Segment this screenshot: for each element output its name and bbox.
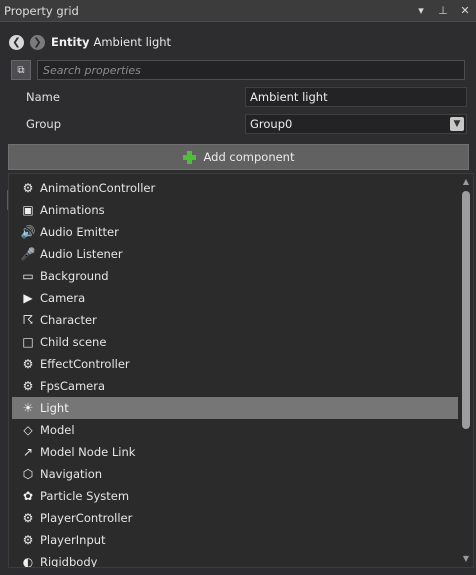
gear-icon: ⚙ (22, 533, 34, 547)
entity-header: ❮ ❯ Entity Ambient light (0, 28, 476, 56)
component-label: Animations (40, 203, 105, 217)
component-list: ⚙ AnimationController ▣ Animations 🔊 Aud… (12, 177, 458, 568)
component-item-character[interactable]: ☈ Character (12, 309, 458, 331)
add-component-label: Add component (203, 150, 295, 164)
gear-icon: ⚙ (22, 379, 34, 393)
component-item-animations[interactable]: ▣ Animations (12, 199, 458, 221)
scroll-down-icon[interactable]: ▼ (460, 554, 472, 564)
link-icon: ↗ (22, 445, 34, 459)
component-label: PlayerInput (40, 533, 106, 547)
speaker-icon: 🔊 (20, 225, 36, 239)
component-label: Audio Emitter (40, 225, 119, 239)
list-scrollbar[interactable]: ▲ ▼ (460, 177, 472, 564)
component-label: Character (40, 313, 97, 327)
navigation-icon: ⬡ (22, 467, 34, 481)
entity-type-label: Entity (51, 35, 90, 49)
pin-icon[interactable]: ⊥ (432, 4, 454, 17)
component-item-light[interactable]: ☀ Light (12, 397, 458, 419)
rigidbody-icon: ◐ (22, 555, 34, 568)
component-label: Audio Listener (40, 247, 123, 261)
component-label: PlayerController (40, 511, 133, 525)
component-label: Navigation (40, 467, 103, 481)
scrollbar-thumb[interactable] (462, 191, 470, 429)
dropdown-menu-icon[interactable]: ▾ (410, 4, 432, 17)
component-label: EffectController (40, 357, 130, 371)
component-item-model[interactable]: ◇ Model (12, 419, 458, 441)
component-item-effectcontroller[interactable]: ⚙ EffectController (12, 353, 458, 375)
component-label: Camera (40, 291, 86, 305)
flame-icon: ✿ (22, 489, 34, 503)
component-item-camera[interactable]: ▶ Camera (12, 287, 458, 309)
chevron-down-icon[interactable]: ▼ (450, 116, 464, 131)
microphone-icon: 🎤 (20, 247, 36, 261)
component-label: Light (40, 401, 69, 415)
group-select[interactable]: Group0 ▼ (245, 113, 467, 134)
component-item-navigation[interactable]: ⬡ Navigation (12, 463, 458, 485)
model-icon: ◇ (23, 423, 33, 437)
component-label: Background (40, 269, 109, 283)
panel-title: Property grid (4, 3, 79, 18)
component-label: Model Node Link (40, 445, 136, 459)
camera-icon: ▶ (23, 291, 33, 305)
gear-icon: ⚙ (22, 357, 34, 371)
panel-title-bar: Property grid ▾ ⊥ ✕ (0, 0, 476, 22)
copy-icon[interactable]: ⧉ (11, 60, 31, 80)
child-scene-icon: □ (22, 335, 34, 349)
component-item-fpscamera[interactable]: ⚙ FpsCamera (12, 375, 458, 397)
component-item-audio-emitter[interactable]: 🔊 Audio Emitter (12, 221, 458, 243)
component-label: Particle System (40, 489, 130, 503)
component-item-audio-listener[interactable]: 🎤 Audio Listener (12, 243, 458, 265)
component-label: Model (40, 423, 75, 437)
component-item-model-node-link[interactable]: ↗ Model Node Link (12, 441, 458, 463)
component-item-background[interactable]: ▭ Background (12, 265, 458, 287)
light-icon: ☀ (22, 401, 34, 415)
component-item-rigidbody[interactable]: ◐ Rigidbody (12, 551, 458, 568)
character-icon: ☈ (22, 313, 34, 327)
component-item-animationcontroller[interactable]: ⚙ AnimationController (12, 177, 458, 199)
component-label: Rigidbody (40, 555, 98, 568)
search-row: ⧉ (0, 58, 476, 82)
close-icon[interactable]: ✕ (454, 4, 476, 17)
property-row-name: Name Ambient light (0, 83, 476, 110)
group-select-value: Group0 (250, 116, 293, 131)
add-component-button[interactable]: Add component (8, 144, 469, 170)
property-name-label: Name (26, 89, 60, 104)
film-icon: ▣ (22, 203, 34, 217)
scroll-up-icon[interactable]: ▲ (460, 177, 472, 187)
name-field[interactable]: Ambient light (245, 86, 467, 107)
arrow-right-icon[interactable]: ❯ (30, 34, 45, 50)
gear-icon: ⚙ (22, 511, 34, 525)
arrow-left-icon[interactable]: ❮ (9, 34, 24, 50)
property-group-label: Group (26, 116, 62, 131)
gear-icon: ⚙ (22, 181, 34, 195)
entity-name-label: Ambient light (93, 35, 172, 49)
component-item-playercontroller[interactable]: ⚙ PlayerController (12, 507, 458, 529)
search-input[interactable] (37, 60, 465, 80)
plus-icon (182, 150, 196, 164)
component-label: Child scene (40, 335, 107, 349)
component-item-child-scene[interactable]: □ Child scene (12, 331, 458, 353)
component-label: FpsCamera (40, 379, 106, 393)
component-item-particle-system[interactable]: ✿ Particle System (12, 485, 458, 507)
component-dropdown-list: ⚙ AnimationController ▣ Animations 🔊 Aud… (8, 173, 474, 568)
component-label: AnimationController (40, 181, 156, 195)
property-grid-panel: Property grid ▾ ⊥ ✕ ❮ ❯ Entity Ambient l… (0, 0, 476, 575)
property-row-group: Group Group0 ▼ (0, 110, 476, 137)
component-item-playerinput[interactable]: ⚙ PlayerInput (12, 529, 458, 551)
monitor-icon: ▭ (22, 269, 34, 283)
